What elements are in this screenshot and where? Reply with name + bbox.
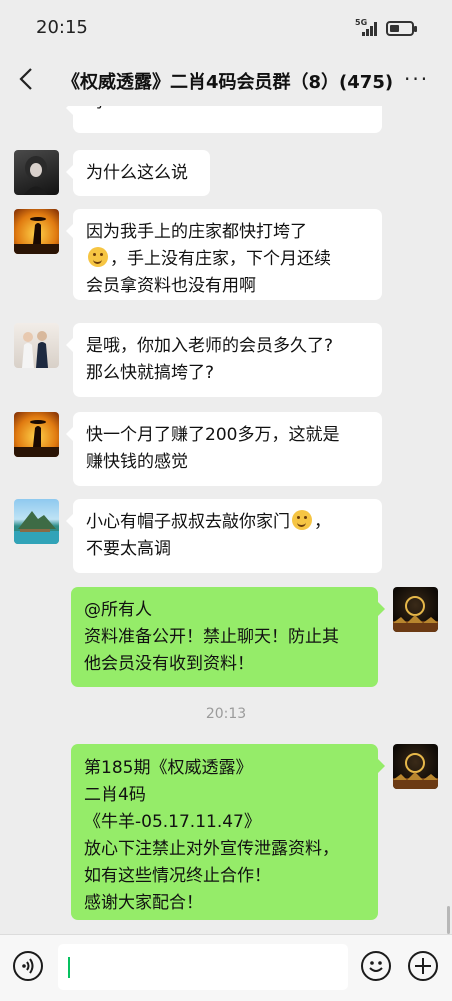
message-text: 是哦，你加入老师的会员多久了? [86, 336, 334, 356]
message-text: 放心下注禁止对外宣传泄露资料， [84, 839, 339, 859]
message-text: 二肖4码 [84, 785, 146, 805]
message-bubble[interactable]: 是哦，你加入老师的会员多久了? 那么快就搞垮了? [66, 323, 382, 397]
status-bar: 20:15 5G [0, 0, 452, 56]
message-bubble[interactable]: 快一个月了赚了200多万，这就是 赚快钱的感觉 [66, 412, 382, 486]
message-bubble[interactable]: 小心有帽子叔叔去敲你家门 ， 不要太高调 [66, 499, 382, 573]
message-bubble[interactable]: @所有人 资料准备公开！禁止聊天！防止其 他会员没有收到资料！ [71, 587, 385, 687]
emoji-icon[interactable] [361, 951, 391, 981]
message-bubble[interactable]: 因为我手上的庄家都快打垮了 ，手上没有庄家，下个月还续 会员拿资料也没有用啊 [66, 209, 382, 300]
message-text: @所有人 [84, 600, 152, 620]
plus-icon[interactable] [408, 951, 438, 981]
message-text: 会员拿资料也没有用啊 [86, 276, 256, 296]
message-text: 赚快钱的感觉 [86, 452, 188, 472]
message-text: 资料准备公开！禁止聊天！防止其 [84, 627, 339, 647]
message-list[interactable]: 吗 为什么这么说 因为我手上的庄家都快打垮了 ，手上没有庄家，下个月还续 会员拿… [0, 106, 452, 934]
message-bubble[interactable]: 吗 [66, 106, 382, 133]
thinking-emoji [292, 510, 312, 530]
input-bar [0, 934, 452, 1001]
avatar[interactable] [393, 587, 438, 632]
avatar[interactable] [14, 150, 59, 195]
chat-header: 《权威透露》二肖4码会员群（8）(475) ··· [0, 56, 452, 106]
message-text: 为什么这么说 [86, 163, 188, 183]
scrollbar-thumb[interactable] [447, 906, 450, 934]
message-text: 不要太高调 [86, 539, 171, 559]
more-dots-icon[interactable]: ··· [404, 67, 429, 91]
message-input[interactable] [58, 944, 348, 990]
chat-title: 《权威透露》二肖4码会员群（8）(475) [62, 72, 394, 93]
avatar[interactable] [393, 744, 438, 789]
facepalm-emoji [88, 247, 108, 267]
signal-icon [362, 22, 380, 36]
message-text: ， [314, 512, 331, 532]
message-text: ，手上没有庄家，下个月还续 [110, 249, 331, 269]
battery-icon [386, 21, 417, 36]
message-text: 《牛羊-05.17.11.47》 [84, 812, 261, 832]
avatar[interactable] [14, 323, 59, 368]
text-caret [68, 957, 70, 978]
back-arrow-icon[interactable] [14, 64, 40, 94]
message-text: 他会员没有收到资料！ [84, 654, 254, 674]
message-text: 第185期《权威透露》 [84, 758, 253, 778]
message-text: 吗 [86, 106, 103, 112]
avatar[interactable] [14, 499, 59, 544]
message-text: 感谢大家配合！ [84, 893, 203, 913]
avatar[interactable] [14, 412, 59, 457]
message-text: 快一个月了赚了200多万，这就是 [86, 425, 340, 445]
message-text: 因为我手上的庄家都快打垮了 [86, 222, 307, 242]
message-text: 那么快就搞垮了? [86, 363, 215, 383]
avatar[interactable] [14, 209, 59, 254]
voice-icon[interactable] [13, 951, 43, 981]
message-timestamp: 20:13 [205, 706, 247, 722]
message-text: 如有这些情况终止合作！ [84, 866, 271, 886]
message-bubble[interactable]: 为什么这么说 [66, 150, 210, 196]
message-bubble[interactable]: 第185期《权威透露》 二肖4码 《牛羊-05.17.11.47》 放心下注禁止… [71, 744, 385, 920]
message-text: 小心有帽子叔叔去敲你家门 [86, 512, 290, 532]
status-time: 20:15 [36, 17, 88, 38]
